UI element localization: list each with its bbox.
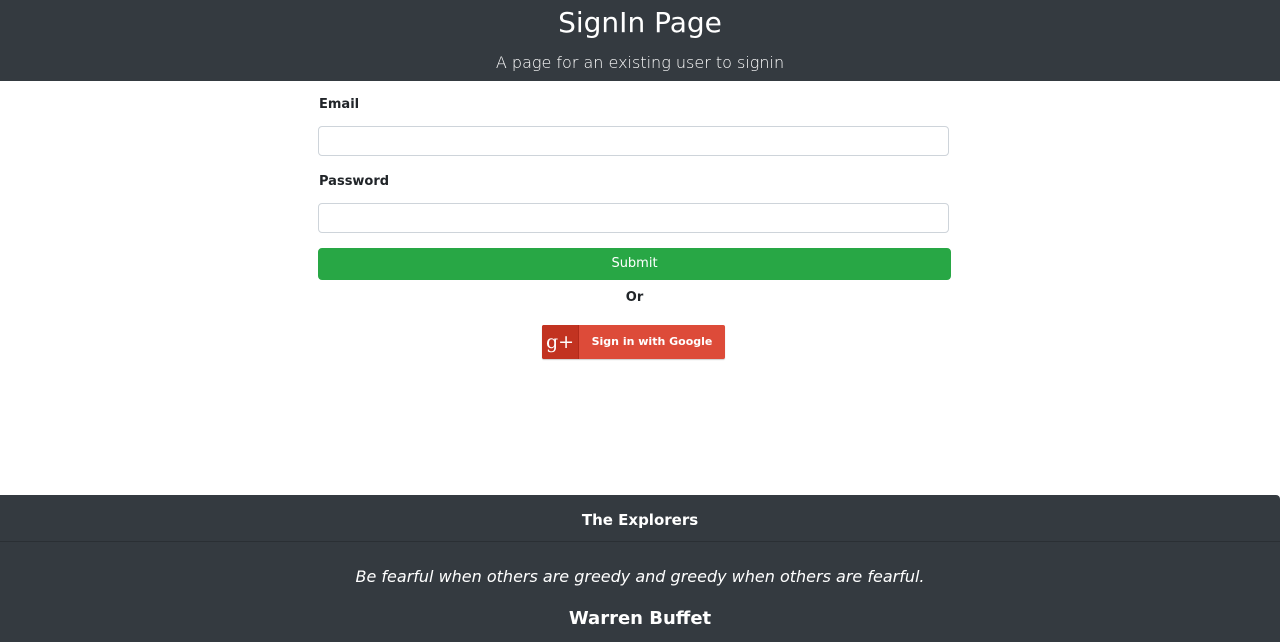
google-signin-button[interactable]: g+ Sign in with Google xyxy=(542,325,725,359)
footer-brand: The Explorers xyxy=(0,495,1280,542)
page-title: SignIn Page xyxy=(558,6,722,39)
email-label: Email xyxy=(319,97,360,112)
footer-quote: Be fearful when others are greedy and gr… xyxy=(355,567,925,586)
page-header: SignIn Page A page for an existing user … xyxy=(0,0,1280,81)
footer-quote-author: Warren Buffet xyxy=(568,608,712,629)
password-field[interactable] xyxy=(318,203,949,233)
password-label: Password xyxy=(319,174,390,189)
page-footer: The Explorers Be fearful when others are… xyxy=(0,495,1280,642)
page-subtitle: A page for an existing user to signin xyxy=(495,53,785,72)
email-field[interactable] xyxy=(318,126,949,156)
submit-button[interactable]: Submit xyxy=(318,248,951,280)
google-signin-label: Sign in with Google xyxy=(591,335,713,348)
google-plus-icon: g+ xyxy=(542,325,579,359)
or-divider-text: Or xyxy=(625,290,644,305)
